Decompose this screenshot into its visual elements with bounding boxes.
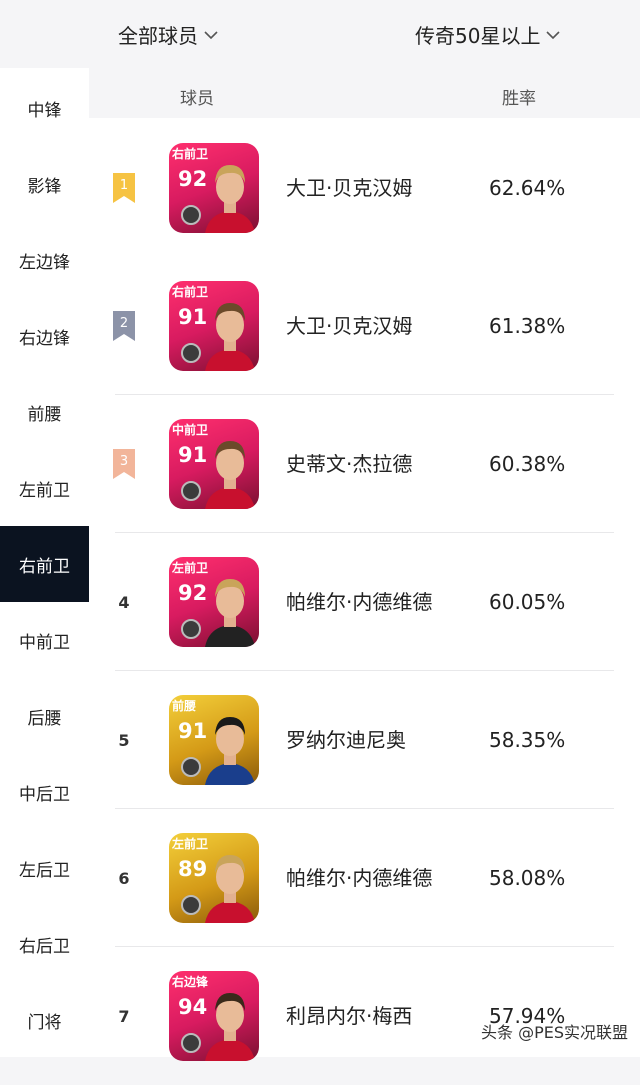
ranking-list: 球员 胜率 1 右前卫 92 大卫·贝克汉姆 62.64% 2 右前卫 91 大卫·贝克汉姆 61… (89, 68, 640, 1061)
sidebar-item-position[interactable]: 中锋 (0, 70, 89, 146)
rank-number: 6 (118, 868, 130, 888)
rank-number: 7 (118, 1006, 130, 1026)
card-position: 左前卫 (172, 837, 209, 851)
filter-bar: 全部球员 传奇50星以上 (0, 0, 640, 68)
card-position: 中前卫 (172, 423, 209, 437)
player-scope-dropdown[interactable]: 全部球员 (118, 20, 218, 49)
rank-number: 4 (118, 592, 130, 612)
tier-filter-dropdown[interactable]: 传奇50星以上 (415, 20, 561, 49)
table-header: 球员 胜率 (89, 68, 640, 118)
team-badge-icon (181, 481, 201, 501)
medal-icon: 1 (113, 173, 135, 203)
chevron-down-icon (204, 30, 218, 39)
win-rate: 61.38% (489, 314, 566, 338)
medal-icon: 3 (113, 449, 135, 479)
sidebar-item-position[interactable]: 左前卫 (0, 450, 89, 526)
player-name: 史蒂文·杰拉德 (286, 452, 413, 476)
player-card[interactable]: 前腰 91 (169, 695, 259, 785)
win-rate: 60.38% (489, 452, 566, 476)
player-name: 帕维尔·内德维德 (286, 590, 433, 614)
tier-filter-label: 传奇50星以上 (415, 24, 541, 48)
sidebar-item-position[interactable]: 中前卫 (0, 602, 89, 678)
player-name: 帕维尔·内德维德 (286, 866, 433, 890)
card-position: 左前卫 (172, 561, 209, 575)
card-rating: 91 (178, 443, 208, 467)
sidebar-item-position[interactable]: 右后卫 (0, 906, 89, 982)
player-card[interactable]: 右前卫 92 (169, 143, 259, 233)
player-name: 利昂内尔·梅西 (286, 1004, 413, 1028)
sidebar-item-position[interactable]: 右边锋 (0, 298, 89, 374)
card-rating: 91 (178, 305, 208, 329)
win-rate: 58.35% (489, 728, 566, 752)
player-card[interactable]: 左前卫 89 (169, 833, 259, 923)
sidebar-item-position[interactable]: 右前卫 (0, 526, 89, 602)
sidebar-item-position[interactable]: 门将 (0, 982, 89, 1058)
table-row[interactable]: 4 左前卫 92 帕维尔·内德维德 60.05% (89, 533, 640, 671)
table-row[interactable]: 7 右边锋 94 利昂内尔·梅西 57.94% (89, 947, 640, 1085)
chevron-down-icon (546, 30, 561, 39)
player-portrait (205, 717, 255, 785)
rank-number: 3 (119, 453, 129, 469)
team-badge-icon (181, 1033, 201, 1053)
player-name: 大卫·贝克汉姆 (286, 314, 413, 338)
watermark: 头条 @PES实况联盟 (480, 1023, 628, 1042)
card-rating: 94 (178, 995, 208, 1019)
player-name: 罗纳尔迪尼奥 (286, 728, 406, 752)
sidebar-item-position[interactable]: 后腰 (0, 678, 89, 754)
win-rate: 58.08% (489, 866, 566, 890)
player-portrait (205, 579, 255, 647)
table-row[interactable]: 1 右前卫 92 大卫·贝克汉姆 62.64% (89, 119, 640, 257)
team-badge-icon (181, 343, 201, 363)
player-name: 大卫·贝克汉姆 (286, 176, 413, 200)
team-badge-icon (181, 205, 201, 225)
team-badge-icon (181, 895, 201, 915)
player-card[interactable]: 右边锋 94 (169, 971, 259, 1061)
sidebar-item-position[interactable]: 左后卫 (0, 830, 89, 906)
player-portrait (205, 165, 255, 233)
rank-number: 2 (119, 315, 129, 331)
rank-number: 1 (119, 177, 129, 193)
win-rate: 62.64% (489, 176, 566, 200)
player-card[interactable]: 左前卫 92 (169, 557, 259, 647)
sidebar-item-position[interactable]: 前腰 (0, 374, 89, 450)
player-card[interactable]: 右前卫 91 (169, 281, 259, 371)
sidebar-item-position[interactable]: 影锋 (0, 146, 89, 222)
card-position: 前腰 (172, 699, 197, 713)
header-player: 球员 (180, 89, 214, 109)
table-row[interactable]: 2 右前卫 91 大卫·贝克汉姆 61.38% (89, 257, 640, 395)
player-portrait (205, 441, 255, 509)
card-rating: 92 (178, 581, 208, 605)
player-portrait (205, 303, 255, 371)
card-position: 右前卫 (172, 285, 209, 299)
medal-icon: 2 (113, 311, 135, 341)
player-scope-label: 全部球员 (118, 24, 198, 48)
team-badge-icon (181, 619, 201, 639)
table-row[interactable]: 6 左前卫 89 帕维尔·内德维德 58.08% (89, 809, 640, 947)
rank-number: 5 (118, 730, 130, 750)
sidebar-item-position[interactable]: 中后卫 (0, 754, 89, 830)
table-row[interactable]: 3 中前卫 91 史蒂文·杰拉德 60.38% (89, 395, 640, 533)
player-portrait (205, 993, 255, 1061)
card-rating: 89 (178, 857, 208, 881)
win-rate: 60.05% (489, 590, 566, 614)
team-badge-icon (181, 757, 201, 777)
card-position: 右边锋 (172, 975, 209, 989)
card-rating: 92 (178, 167, 208, 191)
player-portrait (205, 855, 255, 923)
header-winrate: 胜率 (502, 89, 536, 109)
table-row[interactable]: 5 前腰 91 罗纳尔迪尼奥 58.35% (89, 671, 640, 809)
card-position: 右前卫 (172, 147, 209, 161)
player-card[interactable]: 中前卫 91 (169, 419, 259, 509)
sidebar-item-position[interactable]: 左边锋 (0, 222, 89, 298)
card-rating: 91 (178, 719, 208, 743)
position-sidebar: 中锋 影锋 左边锋 右边锋 前腰 左前卫 右前卫 中前卫 后腰 中后卫 左后卫 右后卫 门将 (0, 68, 89, 1057)
